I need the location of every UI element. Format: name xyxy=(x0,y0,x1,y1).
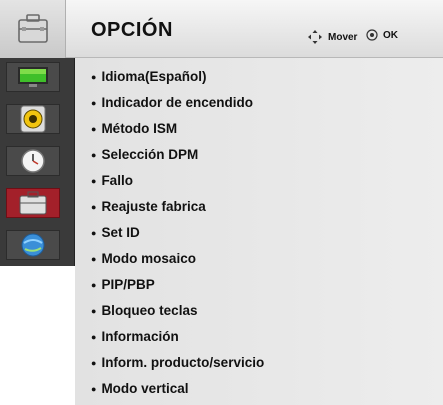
ok-button-icon xyxy=(366,29,378,41)
time-icon xyxy=(21,149,45,173)
move-label: Mover xyxy=(328,31,358,43)
menu-item-fail-over[interactable]: Fallo xyxy=(91,168,264,194)
menu-item-factory-reset[interactable]: Reajuste fabrica xyxy=(91,194,264,220)
option-icon xyxy=(19,191,47,215)
network-icon xyxy=(21,233,45,257)
audio-icon xyxy=(20,105,46,133)
navigate-arrows-icon xyxy=(307,29,323,45)
move-hint: Mover xyxy=(307,29,357,45)
sidebar-item-picture[interactable] xyxy=(6,62,60,92)
menu-item-dpm-select[interactable]: Selección DPM xyxy=(91,142,264,168)
menu-item-key-lock[interactable]: Bloqueo teclas xyxy=(91,298,264,324)
sidebar-item-audio[interactable] xyxy=(6,104,60,134)
page-title: OPCIÓN xyxy=(91,19,173,41)
ok-label: OK xyxy=(383,29,398,41)
osd-menu-screen: OPCIÓN Mover OK ● Idioma(Español) ● Indi… xyxy=(0,0,443,405)
sidebar-item-time[interactable] xyxy=(6,146,60,176)
menu-header: OPCIÓN Mover OK xyxy=(0,0,443,58)
option-header-icon xyxy=(0,0,66,58)
menu-item-product-service-info[interactable]: Inform. producto/servicio xyxy=(91,350,264,376)
option-menu-list: Idioma(Español) Indicador de encendido M… xyxy=(91,64,264,402)
menu-item-pip-pbp[interactable]: PIP/PBP xyxy=(91,272,264,298)
category-sidebar xyxy=(0,58,75,266)
sidebar-item-option[interactable] xyxy=(6,188,60,218)
menu-item-tile-mode[interactable]: Modo mosaico xyxy=(91,246,264,272)
menu-item-power-indicator[interactable]: Indicador de encendido xyxy=(91,90,264,116)
menu-item-portrait-mode[interactable]: Modo vertical xyxy=(91,376,264,402)
sidebar-item-network[interactable] xyxy=(6,230,60,260)
menu-item-information[interactable]: Información xyxy=(91,324,264,350)
option-submenu-panel: Idioma(Español) Indicador de encendido M… xyxy=(75,58,443,405)
ok-hint: OK xyxy=(366,29,398,41)
menu-item-ism-method[interactable]: Método ISM xyxy=(91,116,264,142)
menu-item-set-id[interactable]: Set ID xyxy=(91,220,264,246)
picture-icon xyxy=(18,67,48,87)
menu-item-language[interactable]: Idioma(Español) xyxy=(91,64,264,90)
